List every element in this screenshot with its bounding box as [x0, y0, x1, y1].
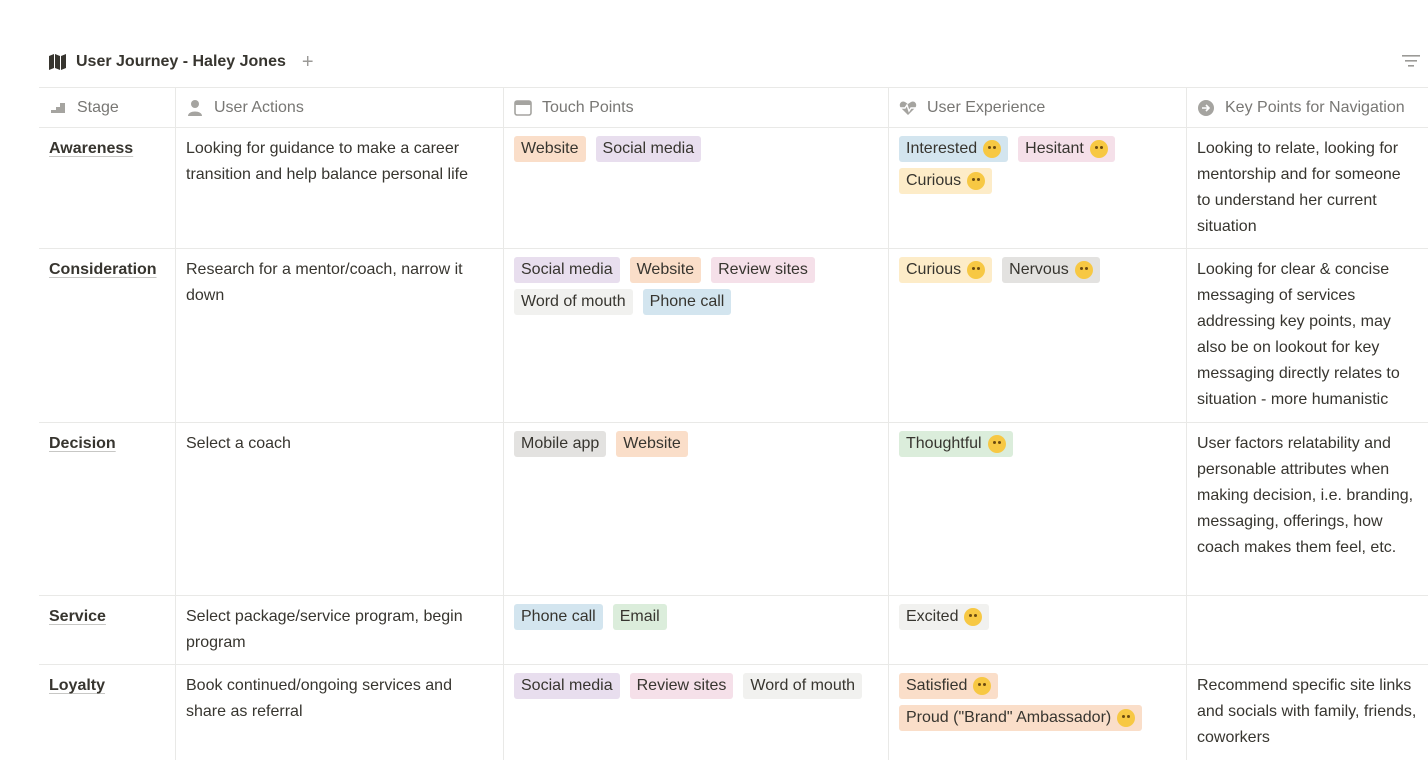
- table-row[interactable]: Awareness Looking for guidance to make a …: [39, 128, 1428, 249]
- stage-cell[interactable]: Loyalty: [39, 665, 176, 760]
- stage-cell[interactable]: Service: [39, 596, 176, 664]
- touch-points-cell[interactable]: Mobile app Website: [504, 423, 889, 595]
- user-experience-cell[interactable]: Excited: [889, 596, 1187, 664]
- experience-tag[interactable]: Nervous: [1002, 257, 1100, 283]
- experience-tag[interactable]: Interested: [899, 136, 1009, 162]
- experience-tag[interactable]: Hesitant: [1018, 136, 1115, 162]
- navigation-cell[interactable]: Recommend specific site links and social…: [1187, 665, 1428, 760]
- experience-tag-label: Satisfied: [906, 677, 968, 694]
- experience-tag-label: Hesitant: [1025, 140, 1084, 157]
- table-row[interactable]: Service Select package/service program, b…: [39, 596, 1428, 665]
- database-title[interactable]: User Journey - Haley Jones: [76, 53, 286, 71]
- navigation-cell[interactable]: Looking for clear & concise messaging of…: [1187, 249, 1428, 422]
- touch-points-cell[interactable]: Phone call Email: [504, 596, 889, 664]
- arrow-circle-icon: [1197, 99, 1215, 117]
- navigation-cell[interactable]: [1187, 596, 1428, 664]
- experience-tag[interactable]: Excited: [899, 604, 990, 630]
- touch-points-cell[interactable]: Social media Website Review sites Word of m…: [504, 249, 889, 422]
- user-experience-cell[interactable]: Satisfied Proud ("Brand" Ambassador): [889, 665, 1187, 760]
- column-header-touch-points[interactable]: Touch Points: [504, 88, 889, 127]
- touch-point-tag[interactable]: Word of mouth: [514, 289, 633, 315]
- touch-point-tag[interactable]: Social media: [595, 136, 702, 162]
- touch-point-tag[interactable]: Phone call: [642, 289, 732, 315]
- user-actions-cell[interactable]: Research for a mentor/coach, narrow it d…: [176, 249, 504, 422]
- experience-tag-label: Thoughtful: [906, 435, 982, 452]
- column-header-user-experience[interactable]: User Experience: [889, 88, 1187, 127]
- rolling-eyes-face-icon: [967, 261, 986, 279]
- touch-point-tag[interactable]: Word of mouth: [743, 673, 863, 699]
- stage-cell[interactable]: Consideration: [39, 249, 176, 422]
- user-actions-cell[interactable]: Book continued/ongoing services and shar…: [176, 665, 504, 760]
- stage-cell[interactable]: Decision: [39, 423, 176, 595]
- touch-point-tag[interactable]: Review sites: [711, 257, 815, 283]
- stage-link[interactable]: Loyalty: [49, 677, 105, 694]
- touch-point-tag[interactable]: Website: [514, 136, 586, 162]
- touch-point-tag[interactable]: Email: [612, 604, 667, 630]
- column-header-stage[interactable]: Stage: [39, 88, 176, 127]
- column-header-key-points[interactable]: Key Points for Navigation: [1187, 88, 1428, 127]
- database-header: User Journey - Haley Jones +: [48, 50, 314, 74]
- stage-link[interactable]: Service: [49, 608, 106, 625]
- person-icon: [186, 99, 204, 117]
- heartbeat-icon: [899, 99, 917, 117]
- user-experience-cell[interactable]: Thoughtful: [889, 423, 1187, 595]
- user-actions-cell[interactable]: Looking for guidance to make a career tr…: [176, 128, 504, 248]
- touch-points-cell[interactable]: Social media Review sites Word of mouth: [504, 665, 889, 760]
- touch-point-tag[interactable]: Phone call: [514, 604, 603, 630]
- experience-tag-label: Interested: [906, 140, 978, 157]
- stage-link[interactable]: Decision: [49, 435, 116, 452]
- experience-tag[interactable]: Thoughtful: [899, 431, 1013, 457]
- browser-icon: [514, 99, 532, 117]
- touch-points-cell[interactable]: Website Social media: [504, 128, 889, 248]
- experience-tag-label: Curious: [906, 172, 962, 189]
- experience-tag-label: Excited: [906, 608, 959, 625]
- table-row[interactable]: Decision Select a coach Mobile app Website T…: [39, 423, 1428, 596]
- touch-point-tag[interactable]: Social media: [514, 257, 620, 283]
- stage-link[interactable]: Consideration: [49, 261, 157, 278]
- experience-tag[interactable]: Proud ("Brand" Ambassador): [899, 705, 1143, 731]
- experience-tag[interactable]: Curious: [899, 257, 993, 283]
- user-actions-cell[interactable]: Select package/service program, begin pr…: [176, 596, 504, 664]
- user-experience-cell[interactable]: Curious Nervous: [889, 249, 1187, 422]
- experience-tag-label: Nervous: [1009, 261, 1069, 278]
- add-view-button[interactable]: +: [302, 52, 314, 72]
- experience-tag-label: Curious: [906, 261, 962, 278]
- touch-point-tag[interactable]: Social media: [514, 673, 620, 699]
- map-icon: [48, 54, 68, 70]
- saluting-face-icon: [1117, 709, 1136, 727]
- anxious-face-icon: [1074, 261, 1093, 279]
- navigation-cell[interactable]: User factors relatability and personable…: [1187, 423, 1428, 595]
- table-row[interactable]: Loyalty Book continued/ongoing services a…: [39, 665, 1428, 760]
- experience-tag-label: Proud ("Brand" Ambassador): [906, 709, 1112, 726]
- rolling-eyes-face-icon: [967, 172, 986, 190]
- stairs-icon: [49, 99, 67, 117]
- grinning-face-icon: [964, 608, 983, 626]
- user-journey-table: Stage User Actions Touch Points User Exp…: [39, 87, 1428, 760]
- thinking-face-icon: [987, 435, 1006, 453]
- thinking-face-icon: [983, 140, 1002, 158]
- table-row[interactable]: Consideration Research for a mentor/coach…: [39, 249, 1428, 423]
- stage-cell[interactable]: Awareness: [39, 128, 176, 248]
- user-experience-cell[interactable]: Interested Hesitant Curious: [889, 128, 1187, 248]
- user-actions-cell[interactable]: Select a coach: [176, 423, 504, 595]
- touch-point-tag[interactable]: Website: [616, 431, 688, 457]
- experience-tag[interactable]: Satisfied: [899, 673, 999, 699]
- column-header-user-actions[interactable]: User Actions: [176, 88, 504, 127]
- touch-point-tag[interactable]: Mobile app: [514, 431, 607, 457]
- slightly-smiling-face-icon: [973, 677, 992, 695]
- filter-icon[interactable]: [1402, 54, 1420, 68]
- experience-tag[interactable]: Curious: [899, 168, 993, 194]
- touch-point-tag[interactable]: Website: [629, 257, 702, 283]
- neutral-face-icon: [1089, 140, 1108, 158]
- stage-link[interactable]: Awareness: [49, 140, 133, 157]
- table-header-row: Stage User Actions Touch Points User Exp…: [39, 87, 1428, 128]
- navigation-cell[interactable]: Looking to relate, looking for mentorshi…: [1187, 128, 1428, 248]
- touch-point-tag[interactable]: Review sites: [629, 673, 734, 699]
